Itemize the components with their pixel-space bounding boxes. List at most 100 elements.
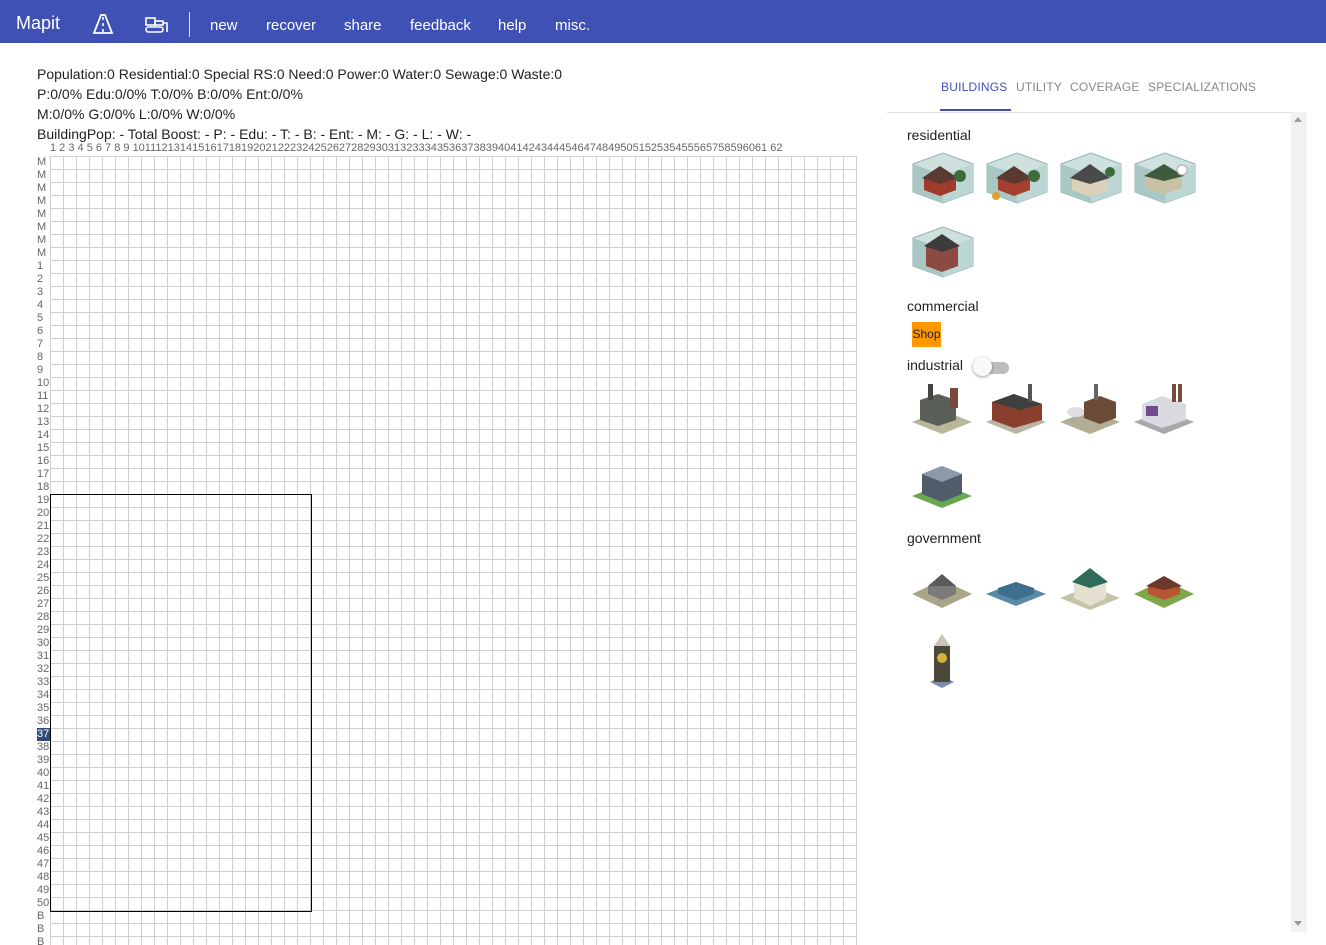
grid-row-label: M — [37, 221, 47, 233]
top-bar: Mapit new recover share feedback help mi… — [0, 0, 1326, 43]
grid-row-label: 33 — [37, 676, 50, 688]
grid-row-label: M — [37, 234, 47, 246]
grid-row-label: M — [37, 169, 47, 181]
help-button[interactable]: help — [498, 17, 526, 34]
industrial-building-4[interactable] — [1132, 380, 1198, 436]
grid-row-label: 50 — [37, 897, 50, 909]
panel-scrollbar[interactable] — [1291, 112, 1307, 932]
government-building-4[interactable] — [1132, 558, 1198, 614]
grid-row-label: 45 — [37, 832, 50, 844]
stats-line-services: P:0/0% Edu:0/0% T:0/0% B:0/0% Ent:0/0% — [37, 86, 303, 102]
grid-row-label: 29 — [37, 624, 50, 636]
grid-row-label: 1 — [37, 260, 44, 272]
grid-column-numbers: 1 2 3 4 5 6 7 8 9 1011121314151617181920… — [50, 142, 783, 154]
grid-row-label: 26 — [37, 585, 50, 597]
bulldozer-icon[interactable] — [144, 14, 168, 34]
feedback-button[interactable]: feedback — [410, 17, 471, 34]
grid-row-label: 35 — [37, 702, 50, 714]
shop-button[interactable]: Shop — [912, 322, 941, 347]
grid-row-label: 7 — [37, 338, 44, 350]
tab-coverage[interactable]: COVERAGE — [1070, 80, 1140, 94]
residential-building-1[interactable] — [910, 150, 976, 206]
category-commercial: commercial — [907, 298, 979, 314]
grid-row-label: 15 — [37, 442, 50, 454]
panel-tabs: BUILDINGS UTILITY COVERAGE SPECIALIZATIO… — [887, 60, 1307, 113]
grid-row-label: 9 — [37, 364, 44, 376]
grid-row-label: 17 — [37, 468, 50, 480]
residential-building-4[interactable] — [1132, 150, 1198, 206]
misc-button[interactable]: misc. — [555, 17, 590, 34]
grid-row-label: 25 — [37, 572, 50, 584]
industrial-building-1[interactable] — [910, 380, 976, 436]
road-icon[interactable] — [91, 14, 115, 34]
government-building-5[interactable] — [910, 632, 976, 688]
grid-row-label: 47 — [37, 858, 50, 870]
residential-building-2[interactable] — [984, 150, 1050, 206]
tab-buildings[interactable]: BUILDINGS — [941, 80, 1007, 94]
tab-specializations[interactable]: SPECIALIZATIONS — [1148, 80, 1256, 94]
grid-row-label: 36 — [37, 715, 50, 727]
industrial-toggle[interactable] — [973, 357, 1011, 377]
stats-line-specializations: M:0/0% G:0/0% L:0/0% W:0/0% — [37, 106, 236, 122]
grid-row-label: 20 — [37, 507, 50, 519]
stats-line-totals: Population:0 Residential:0 Special RS:0 … — [37, 66, 563, 82]
grid-row-label: 41 — [37, 780, 50, 792]
grid-row-label: 32 — [37, 663, 50, 675]
grid-row-label: 21 — [37, 520, 50, 532]
toolbar-divider — [189, 12, 190, 37]
grid-row-label: 12 — [37, 403, 50, 415]
grid-row-label: 3 — [37, 286, 44, 298]
grid-row-label: B — [37, 923, 45, 935]
new-button[interactable]: new — [210, 17, 238, 34]
grid-row-label: 34 — [37, 689, 50, 701]
residential-building-5[interactable] — [910, 224, 976, 280]
grid-row-label: 27 — [37, 598, 50, 610]
scroll-up-arrow-icon[interactable] — [1294, 117, 1302, 122]
grid-row-label: 43 — [37, 806, 50, 818]
industrial-building-2[interactable] — [984, 380, 1050, 436]
grid-row-label: 28 — [37, 611, 50, 623]
buildings-panel: residential commercial Shop industrial g… — [887, 112, 1307, 932]
grid-row-label: 13 — [37, 416, 50, 428]
grid-row-label: 22 — [37, 533, 50, 545]
grid-row-label: M — [37, 182, 47, 194]
category-industrial: industrial — [907, 357, 964, 373]
grid-row-label: 19 — [37, 494, 50, 506]
app-title[interactable]: Mapit — [16, 13, 60, 33]
category-residential: residential — [907, 127, 971, 143]
category-government: government — [907, 530, 981, 546]
active-tab-indicator — [940, 109, 1011, 111]
stats-line-building: BuildingPop: - Total Boost: - P: - Edu: … — [37, 126, 472, 142]
grid-row-label: M — [37, 208, 47, 220]
grid-row-label: M — [37, 247, 47, 259]
grid-row-label: 14 — [37, 429, 50, 441]
scroll-down-arrow-icon[interactable] — [1294, 921, 1302, 926]
grid-row-label: 4 — [37, 299, 44, 311]
grid-row-labels: M M M M M M M M 1 2 3 4 5 6 7 8 9 10 11 12 13 14 15 16 17 18 19 20 2… — [37, 156, 50, 945]
grid-row-label: 2 — [37, 273, 44, 285]
grid-row-label: 44 — [37, 819, 50, 831]
grid-row-label: 24 — [37, 559, 50, 571]
grid-row-label: 37 — [37, 728, 50, 741]
government-building-2[interactable] — [984, 558, 1050, 614]
grid-row-label: M — [37, 195, 47, 207]
grid-row-label: 31 — [37, 650, 50, 662]
grid-row-label: 23 — [37, 546, 50, 558]
grid-row-label: 38 — [37, 741, 50, 753]
grid-row-label: 39 — [37, 754, 50, 766]
government-building-3[interactable] — [1058, 558, 1124, 614]
recover-button[interactable]: recover — [266, 17, 316, 34]
grid-row-label: M — [37, 156, 47, 168]
grid-row-label: 11 — [37, 390, 49, 402]
government-building-1[interactable] — [910, 558, 976, 614]
grid-row-label: 6 — [37, 325, 44, 337]
industrial-building-5[interactable] — [910, 454, 976, 510]
industrial-building-3[interactable] — [1058, 380, 1124, 436]
grid-row-label: 8 — [37, 351, 44, 363]
share-button[interactable]: share — [344, 17, 382, 34]
grid-row-label: 30 — [37, 637, 50, 649]
tab-utility[interactable]: UTILITY — [1016, 80, 1062, 94]
grid-row-label: 49 — [37, 884, 50, 896]
grid-row-label: 10 — [37, 377, 50, 389]
residential-building-3[interactable] — [1058, 150, 1124, 206]
